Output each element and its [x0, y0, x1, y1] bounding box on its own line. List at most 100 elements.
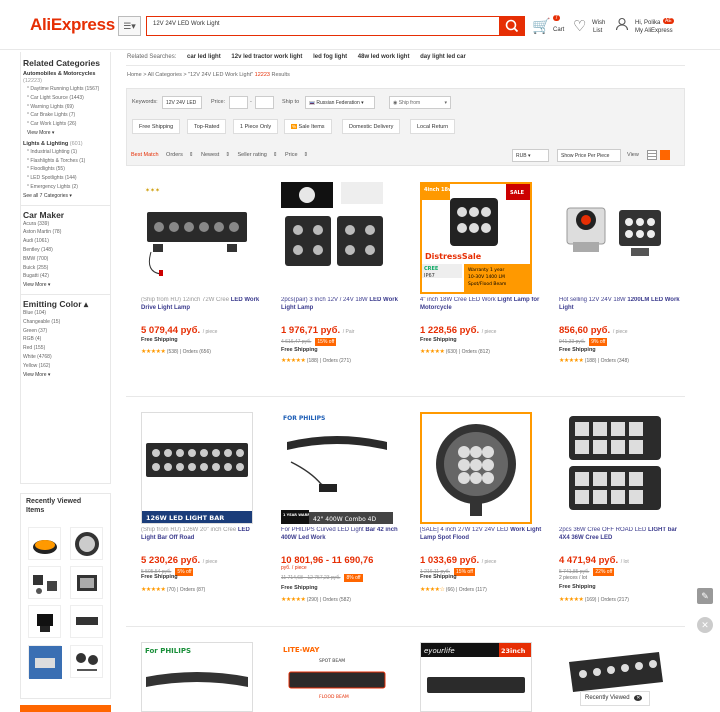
sidebar-item[interactable]: ° LED Spotlights (144) — [23, 174, 108, 183]
emitting-color-title[interactable]: Emitting Color ▴ — [23, 299, 108, 309]
ship-to-select[interactable]: Russian Federation ▾ — [305, 96, 375, 109]
product-card[interactable]: 4inch 18w SALE DistressSale CREE IP67 Warrant… — [420, 182, 544, 388]
product-image[interactable] — [420, 412, 532, 524]
sort-price[interactable]: Price ⇕ — [285, 152, 308, 158]
related-search-link[interactable]: 48w led work light — [358, 54, 410, 60]
product-card[interactable]: [SALE] 4 inch 27W 12V 24V LED Work Light… — [420, 412, 544, 618]
product-image[interactable] — [559, 182, 671, 294]
show-price-per-piece-toggle[interactable]: Show Price Per Piece — [557, 149, 621, 162]
sidebar-item[interactable]: Aston Martin (78) — [23, 228, 108, 237]
sidebar-item[interactable]: Changeable (15) — [23, 318, 108, 327]
recent-item-thumb[interactable] — [70, 645, 103, 678]
recent-item-thumb[interactable] — [28, 645, 62, 679]
view-more-link[interactable]: View More ▾ — [23, 281, 108, 290]
product-title[interactable]: For PHILIPS Curved LED Light Bar 42 inch… — [281, 527, 405, 543]
breadcrumb-home[interactable]: Home — [127, 72, 142, 78]
recent-item-thumb[interactable] — [28, 527, 61, 560]
product-card[interactable]: FOR PHILIPS 1 YEAR WARRANTY 42" 400W Combo… — [281, 412, 405, 618]
view-more-link[interactable]: View More ▾ — [23, 371, 108, 380]
product-rating[interactable]: ★★★★★ (169) | Orders (217) — [559, 596, 629, 603]
sidebar-item[interactable]: Green (37) — [23, 327, 108, 336]
sort-orders[interactable]: Orders ⇕ — [166, 152, 193, 158]
keywords-input[interactable]: 12V 24V LED — [162, 96, 202, 109]
sidebar-item[interactable]: Yellow (162) — [23, 362, 108, 371]
related-search-link[interactable]: car led light — [187, 54, 221, 60]
sidebar-item[interactable]: Audi (1061) — [23, 237, 108, 246]
product-image[interactable]: For PHILIPS — [141, 642, 253, 712]
aliexpress-logo[interactable]: AliExpress — [30, 15, 115, 35]
product-rating[interactable]: ★★★★★ (538) | Orders (656) — [141, 348, 211, 355]
recent-item-thumb[interactable] — [28, 605, 61, 638]
close-icon[interactable]: ✕ — [634, 695, 643, 701]
recent-item-thumb[interactable] — [28, 566, 61, 599]
see-all-categories-link[interactable]: See all 7 Categories ▾ — [23, 192, 108, 201]
edit-icon[interactable]: ✎ — [697, 588, 713, 604]
product-title[interactable]: 2pcs 36W Cree OFF ROAD LED LIGHT bar 4X4… — [559, 527, 683, 543]
sidebar-item[interactable]: Blue (104) — [23, 309, 108, 318]
product-rating[interactable]: ★★★★★ (630) | Orders (812) — [420, 348, 490, 355]
sidebar-item[interactable]: ° Warning Lights (69) — [23, 103, 108, 112]
breadcrumb-all[interactable]: All Categories — [148, 72, 182, 78]
product-image[interactable]: eyourlife 23inch — [420, 642, 532, 712]
sidebar-item[interactable]: ° Car Light Source (1443) — [23, 94, 108, 103]
recently-viewed-bar[interactable]: Recently Viewed ✕ — [580, 691, 650, 706]
recent-item-thumb[interactable] — [70, 605, 103, 638]
sidebar-item[interactable]: ° Floodlights (55) — [23, 165, 108, 174]
sidebar-item[interactable]: ° Car Brake Lights (7) — [23, 111, 108, 120]
one-piece-filter[interactable]: 1 Piece Only — [233, 119, 279, 134]
domestic-delivery-filter[interactable]: Domestic Delivery — [342, 119, 401, 134]
sidebar-item[interactable]: ° Emergency Lights (2) — [23, 183, 108, 192]
product-card[interactable]: 2pcs 36W Cree OFF ROAD LED LIGHT bar 4X4… — [559, 412, 683, 618]
sidebar-item[interactable]: Red (155) — [23, 344, 108, 353]
sidebar-item[interactable]: ° Car Work Lights (26) — [23, 120, 108, 129]
sidebar-item[interactable]: ° Daytime Running Lights (1567) — [23, 85, 108, 94]
sidebar-item[interactable]: ° Flashlights & Torches (1) — [23, 157, 108, 166]
recent-item-thumb[interactable] — [70, 566, 103, 599]
related-search-link[interactable]: 12v led tractor work light — [231, 54, 302, 60]
sidebar-item[interactable]: White (4768) — [23, 353, 108, 362]
product-rating[interactable]: ★★★★☆ (66) | Orders (117) — [420, 586, 487, 593]
product-title[interactable]: 2pcs(pair) 3 Inch 12V / 24V 18W LED Work… — [281, 297, 405, 313]
product-image[interactable]: 126W LED LIGHT BAR — [141, 412, 253, 524]
product-image[interactable] — [281, 182, 393, 294]
list-view-icon[interactable] — [647, 150, 657, 160]
product-rating[interactable]: ★★★★★ (70) | Orders (87) — [141, 586, 205, 593]
product-title[interactable]: (Ship from RU) 126W 20" inch Cree LED Li… — [141, 527, 265, 543]
product-card[interactable]: LITE-WAY SPOT BEAM FLOOD BEAM — [281, 642, 405, 712]
currency-select[interactable]: RUB ▾ — [512, 149, 549, 162]
sort-seller-rating[interactable]: Seller rating ⇕ — [237, 152, 277, 158]
category-group-automobiles[interactable]: Automobiles & Motorcycles (12223) — [23, 71, 108, 85]
product-card[interactable]: eyourlife 23inch — [420, 642, 544, 712]
related-search-link[interactable]: day light led car — [420, 54, 466, 60]
product-image[interactable]: ✶✶✶ — [141, 182, 253, 294]
recent-item-thumb[interactable] — [70, 527, 103, 560]
search-input[interactable]: 12V 24V LED Work Light — [146, 16, 499, 36]
local-return-filter[interactable]: Local Return — [410, 119, 456, 134]
sort-newest[interactable]: Newest ⇕ — [201, 152, 230, 158]
product-title[interactable]: [SALE] 4 inch 27W 12V 24V LED Work Light… — [420, 527, 544, 543]
product-card[interactable]: For PHILIPS — [141, 642, 265, 712]
product-rating[interactable]: ★★★★★ (188) | Orders (271) — [281, 357, 351, 364]
ship-from-select[interactable]: ◉ Ship from ▾ — [389, 96, 451, 109]
product-card[interactable]: Hot selling 12V 24V 18W 1200LM LED Work … — [559, 182, 683, 388]
product-image[interactable]: FOR PHILIPS 1 YEAR WARRANTY 42" 400W Combo… — [281, 412, 393, 524]
product-rating[interactable]: ★★★★★ (290) | Orders (582) — [281, 596, 351, 603]
product-card[interactable]: 2pcs(pair) 3 Inch 12V / 24V 18W LED Work… — [281, 182, 405, 388]
product-card[interactable]: ✶✶✶ (Ship from RU) 12inch 72W Cree LED W… — [141, 182, 265, 388]
top-rated-filter[interactable]: Top-Rated — [187, 119, 227, 134]
sidebar-item[interactable]: Bugatti (42) — [23, 272, 108, 281]
sidebar-item[interactable]: Buick (255) — [23, 264, 108, 273]
grid-view-icon[interactable] — [660, 150, 670, 160]
category-group-lights[interactable]: Lights & Lighting (601) — [23, 141, 108, 148]
free-shipping-filter[interactable]: Free Shipping — [132, 119, 181, 134]
sidebar-item[interactable]: BMW (700) — [23, 255, 108, 264]
price-min-input[interactable] — [229, 96, 248, 109]
price-max-input[interactable] — [255, 96, 274, 109]
product-title[interactable]: (Ship from RU) 12inch 72W Cree LED Work … — [141, 297, 265, 313]
sidebar-item[interactable]: ° Industrial Lighting (1) — [23, 148, 108, 157]
close-icon[interactable]: ✕ — [697, 617, 713, 633]
product-title[interactable]: Hot selling 12V 24V 18W 1200LM LED Work … — [559, 297, 683, 313]
product-image[interactable]: LITE-WAY SPOT BEAM FLOOD BEAM — [281, 642, 393, 712]
product-image[interactable]: 4inch 18w SALE DistressSale CREE IP67 Warrant… — [420, 182, 532, 294]
product-card[interactable]: 126W LED LIGHT BAR (Ship from RU) 126W 2… — [141, 412, 265, 618]
